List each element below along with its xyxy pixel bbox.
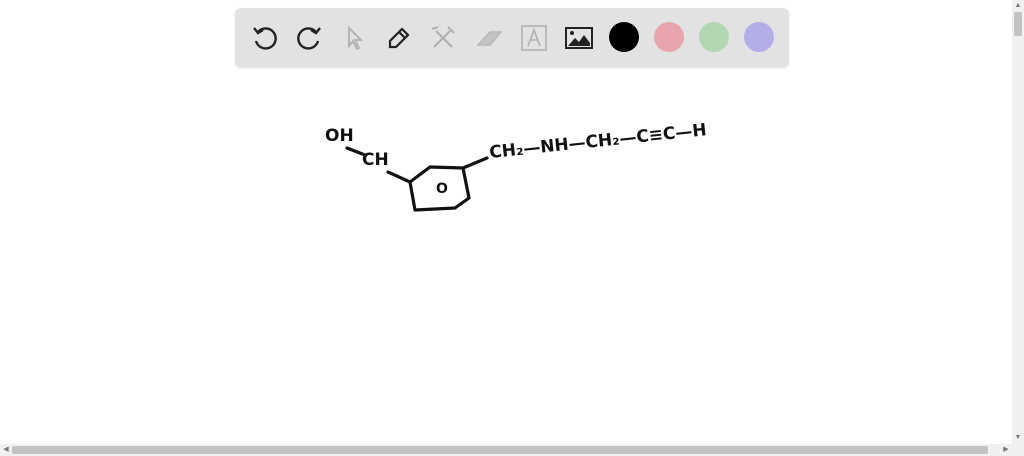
scroll-up-arrow[interactable]: ▲ — [1012, 0, 1024, 12]
horizontal-scroll-thumb[interactable] — [12, 446, 988, 454]
scroll-left-arrow[interactable]: ◀ — [0, 444, 12, 456]
drawing-canvas[interactable]: OH CH O CH₂—NH—CH₂—C≡C—H — [0, 0, 1012, 444]
oh-label: OH — [325, 126, 354, 146]
vertical-scrollbar[interactable]: ▲ ▼ — [1012, 0, 1024, 444]
scroll-down-arrow[interactable]: ▼ — [1012, 432, 1024, 444]
ch-label: CH — [362, 150, 389, 170]
vertical-scroll-thumb[interactable] — [1014, 12, 1022, 36]
ring-label: O — [436, 181, 448, 197]
chain-label: CH₂—NH—CH₂—C≡C—H — [488, 120, 707, 163]
horizontal-scrollbar[interactable]: ◀ ▶ — [0, 444, 1024, 456]
scroll-right-arrow[interactable]: ▶ — [1000, 444, 1012, 456]
